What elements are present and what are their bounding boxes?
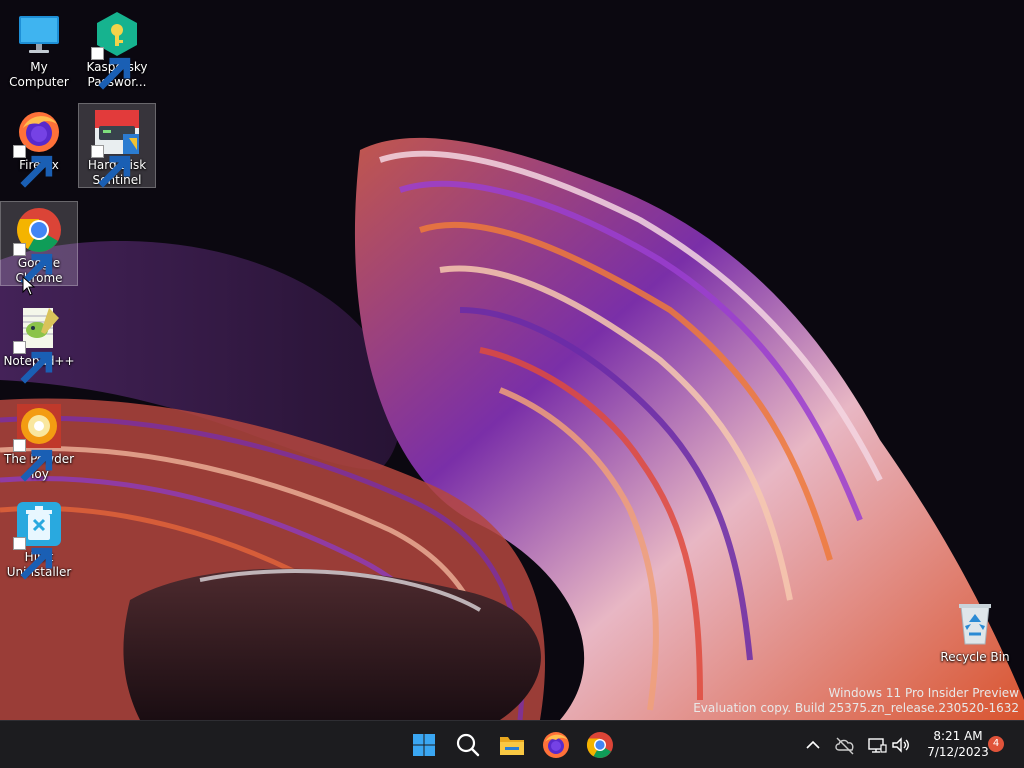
- shortcut-arrow-icon: [13, 341, 53, 384]
- shortcut-arrow-icon: [13, 537, 53, 580]
- mouse-cursor-icon: [22, 276, 36, 296]
- hard-disk-sentinel-icon: [91, 108, 141, 188]
- notepad-plus-plus-icon: [13, 304, 63, 384]
- desktop-icon-hibit-uninstaller[interactable]: HiBit Uninstaller: [0, 496, 78, 582]
- search-button[interactable]: [452, 729, 484, 761]
- recycle-bin-icon: [951, 600, 999, 648]
- clock[interactable]: 8:21 AM 7/12/2023: [918, 728, 998, 760]
- start-icon: [413, 734, 435, 756]
- watermark-build: Evaluation copy. Build 25375.zn_release.…: [693, 701, 1019, 715]
- windows-watermark: Windows 11 Pro Insider Preview Evaluatio…: [693, 686, 1019, 716]
- show-hidden-icons-button[interactable]: [804, 733, 822, 757]
- desktop-icon-my-computer[interactable]: My Computer: [0, 6, 78, 89]
- monitor-icon: [15, 10, 63, 58]
- clock-date: 7/12/2023: [927, 745, 989, 759]
- file-explorer-button[interactable]: [496, 729, 528, 761]
- desktop-icon-firefox[interactable]: Firefox: [0, 104, 78, 188]
- start-button[interactable]: [408, 729, 440, 761]
- firefox-icon: [13, 108, 63, 188]
- desktop-icon-google-chrome[interactable]: Google Chrome: [0, 201, 78, 286]
- kaspersky-password-icon: [91, 10, 141, 90]
- cloud-offline-icon: [835, 737, 854, 755]
- desktop-icon-label: My Computer: [9, 60, 69, 89]
- firefox-taskbar-button[interactable]: [540, 729, 572, 761]
- desktop-icon-notepad-plus-plus[interactable]: Notepad++: [0, 300, 78, 384]
- volume-control[interactable]: [890, 733, 912, 757]
- shortcut-arrow-icon: [13, 145, 53, 188]
- desktop-icon-recycle-bin[interactable]: Recycle Bin: [936, 596, 1014, 664]
- hibit-uninstaller-icon: [13, 500, 63, 580]
- chrome-icon: [586, 732, 613, 758]
- watermark-edition: Windows 11 Pro Insider Preview: [828, 686, 1019, 700]
- desktop-icon-hard-disk-sentinel[interactable]: Hard Disk Sentinel: [78, 103, 156, 188]
- search-icon: [456, 733, 480, 757]
- shortcut-arrow-icon: [91, 47, 131, 90]
- network-icon: [868, 738, 887, 753]
- chrome-taskbar-button[interactable]: [584, 729, 616, 761]
- shortcut-arrow-icon: [13, 439, 53, 482]
- shortcut-arrow-icon: [13, 243, 53, 286]
- chrome-icon: [13, 206, 63, 286]
- speaker-icon: [892, 737, 909, 753]
- desktop-icon-label: Recycle Bin: [940, 650, 1010, 664]
- clock-time: 8:21 AM: [933, 729, 983, 743]
- chevron-up-icon: [806, 740, 820, 749]
- desktop-icon-kaspersky-password[interactable]: Kaspersky Passwor...: [78, 6, 156, 92]
- powder-toy-icon: [13, 402, 63, 482]
- shortcut-arrow-icon: [91, 145, 131, 188]
- firefox-icon: [543, 732, 569, 758]
- onedrive-status[interactable]: [834, 733, 856, 757]
- file-explorer-icon: [500, 737, 524, 755]
- desktop-icon-powder-toy[interactable]: The Powder Toy: [0, 398, 78, 484]
- notification-badge[interactable]: 4: [988, 736, 1004, 752]
- taskbar: 8:21 AM 7/12/2023: [0, 720, 1024, 768]
- network-status[interactable]: [866, 733, 888, 757]
